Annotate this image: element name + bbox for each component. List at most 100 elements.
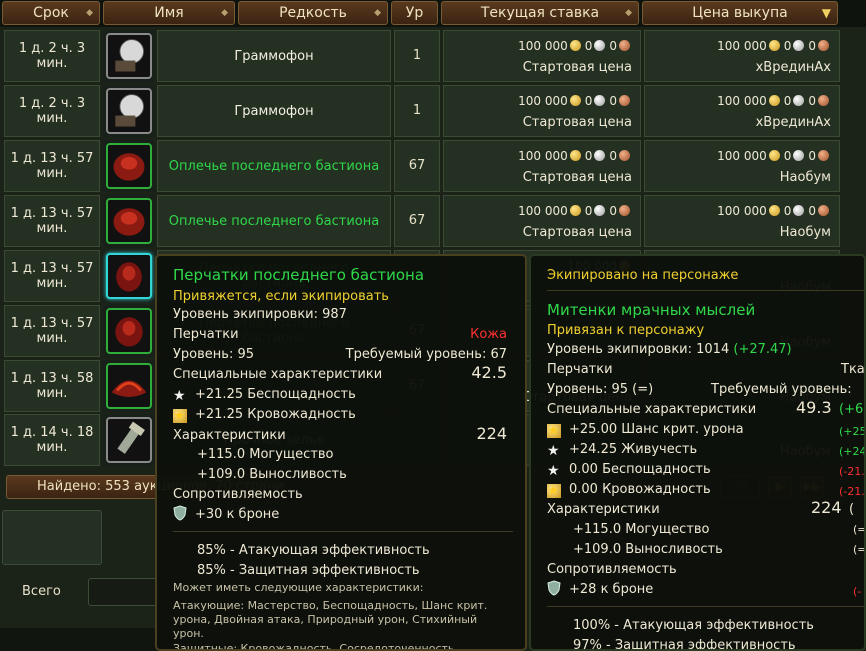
ilvl-diff: (+27.47) — [733, 342, 792, 357]
equipped-resist-header: Сопротивляемость — [547, 562, 677, 577]
divider — [547, 606, 864, 607]
item-level: 67 — [394, 140, 440, 192]
divider — [547, 290, 864, 291]
copper-coin-icon — [818, 95, 829, 106]
equipped-tooltip: Экипировано на персонаже Митенки мрачных… — [529, 254, 866, 651]
sort-name-header[interactable]: Имя ◆ — [103, 1, 235, 25]
auction-row[interactable]: 1 д. 13 ч. 57 мин. Оплечье последнего бас… — [4, 195, 866, 247]
silver-amount: 0 — [783, 204, 792, 218]
equipped-level: Уровень: 95 (=) — [547, 382, 654, 397]
shield-icon — [547, 580, 561, 596]
buyout-price[interactable]: 100 000 0 0 Наобум — [644, 195, 840, 247]
buyout-price[interactable]: 100 000 0 0 Наобум — [644, 140, 840, 192]
buyout-price[interactable]: 100 000 0 0 xВрединАх — [644, 30, 840, 82]
buyout-money: 100 000 0 0 — [717, 39, 833, 53]
copper-coin-icon — [619, 40, 630, 51]
white-star-icon: ★ — [173, 388, 186, 404]
equipped-special-3: ★ 0.00 Беспощадность — [547, 460, 711, 480]
copper-coin-icon — [619, 150, 630, 161]
item-icon-cell[interactable] — [103, 414, 155, 466]
tooltip-defense-list: Защитные: Кровожадность, Сосредоточеннос… — [173, 642, 458, 651]
item-icon[interactable] — [106, 417, 152, 463]
silver-coin-icon — [594, 205, 606, 216]
item-name[interactable]: Оплечье последнего бастиона — [157, 195, 391, 247]
copper-coin-icon — [619, 205, 630, 216]
sort-bid-header[interactable]: Текущая ставка ◆ — [441, 1, 639, 25]
copper-amount: 0 — [808, 149, 816, 163]
item-icon[interactable] — [106, 143, 152, 189]
gold-coin-icon — [569, 95, 581, 106]
equipped-req-level: Требуемый уровень: — [711, 382, 852, 397]
sort-arrows-icon: ◆ — [221, 8, 228, 18]
stat-text: +21.25 Беспощадность — [195, 387, 356, 402]
auction-row[interactable]: 1 д. 13 ч. 57 мин. Оплечье последнего бас… — [4, 140, 866, 192]
sort-rarity-header[interactable]: Редкость ◆ — [238, 1, 388, 25]
sort-level-header[interactable]: Ур — [391, 1, 438, 25]
bid-note: Стартовая цена — [522, 225, 632, 240]
tooltip-level: Уровень: 95 — [173, 347, 255, 362]
auction-row[interactable]: 1 д. 2 ч. 3 мин. Граммофон 1 100 000 0 0 Старт… — [4, 30, 866, 82]
equipped-special-1: ★ +25.00 Шанс крит. урона — [547, 420, 744, 440]
item-icon[interactable] — [106, 88, 152, 134]
gold-amount: 100 000 — [717, 39, 767, 53]
item-name[interactable]: Граммофон — [157, 30, 391, 82]
tooltip-may-have: Может иметь следующие характеристики: — [173, 581, 424, 594]
item-level: 1 — [394, 85, 440, 137]
item-icon-cell[interactable] — [103, 140, 155, 192]
time-left: 1 д. 2 ч. 3 мин. — [4, 85, 100, 137]
sort-time-header[interactable]: Срок ◆ — [2, 1, 100, 25]
item-icon-cell[interactable] — [103, 250, 155, 302]
tooltip-eff-defense: 85% - Защитная эффективность — [197, 563, 420, 578]
equipped-stat-1: +115.0 Могущество — [573, 522, 710, 537]
equipped-special-2: ★ +24.25 Живучесть — [547, 440, 697, 460]
copper-amount: 0 — [808, 204, 816, 218]
equipped-special-diff: (+6. — [839, 402, 866, 417]
item-icon-cell[interactable] — [103, 30, 155, 82]
copper-amount: 0 — [808, 39, 816, 53]
item-icon[interactable] — [106, 363, 152, 409]
silver-amount: 0 — [584, 204, 593, 218]
equipped-title: Митенки мрачных мыслей — [547, 301, 756, 319]
item-icon[interactable] — [106, 33, 152, 79]
item-icon-cell[interactable] — [103, 85, 155, 137]
item-icon[interactable] — [106, 253, 152, 299]
item-name[interactable]: Оплечье последнего бастиона — [157, 140, 391, 192]
silver-coin-icon — [793, 40, 805, 51]
tooltip-req-level: Требуемый уровень: 67 — [345, 347, 507, 362]
stat-diff: (-21. — [839, 485, 865, 498]
bid-note: Стартовая цена — [522, 60, 632, 75]
gold-amount: 100 000 — [518, 39, 568, 53]
copper-amount: 0 — [609, 149, 617, 163]
tooltip-stat-2: +109.0 Выносливость — [197, 467, 347, 482]
header-label: Цена выкупа — [692, 5, 788, 21]
equipped-stats-header: Характеристики — [547, 502, 660, 517]
stat-diff: (= — [853, 523, 866, 536]
stat-text: +24.25 Живучесть — [569, 442, 698, 457]
gold-coin-icon — [569, 205, 581, 216]
header-label: Текущая ставка — [480, 5, 600, 21]
time-left: 1 д. 13 ч. 57 мин. — [4, 195, 100, 247]
buyout-price[interactable]: 100 000 0 0 xВрединАх — [644, 85, 840, 137]
gold-coin-icon — [569, 40, 581, 51]
item-icon[interactable] — [106, 198, 152, 244]
tooltip-special-header: Специальные характеристики — [173, 367, 383, 382]
copper-amount: 0 — [808, 94, 816, 108]
stat-diff: (= — [853, 543, 866, 556]
item-name[interactable]: Граммофон — [157, 85, 391, 137]
current-bid: 100 000 0 0 Стартовая цена — [443, 140, 641, 192]
seller-name: xВрединАх — [755, 60, 831, 75]
item-icon[interactable] — [106, 308, 152, 354]
gold-amount: 100 000 — [717, 149, 767, 163]
header-label: Имя — [154, 5, 184, 21]
divider — [173, 531, 513, 532]
auction-row[interactable]: 1 д. 2 ч. 3 мин. Граммофон 1 100 000 0 0 Старт… — [4, 85, 866, 137]
item-icon-cell[interactable] — [103, 360, 155, 412]
ilvl-text: Уровень экипировки: 1014 — [547, 342, 730, 357]
item-icon-cell[interactable] — [103, 305, 155, 357]
equipped-bind: Привязан к персонажу — [547, 323, 705, 338]
sort-buyout-header[interactable]: Цена выкупа ▼ — [642, 1, 838, 25]
bid-money: 100 000 0 0 — [518, 204, 634, 218]
equipped-ilvl: Уровень экипировки: 1014 (+27.47) — [547, 340, 792, 360]
silver-amount: 0 — [584, 94, 593, 108]
item-icon-cell[interactable] — [103, 195, 155, 247]
